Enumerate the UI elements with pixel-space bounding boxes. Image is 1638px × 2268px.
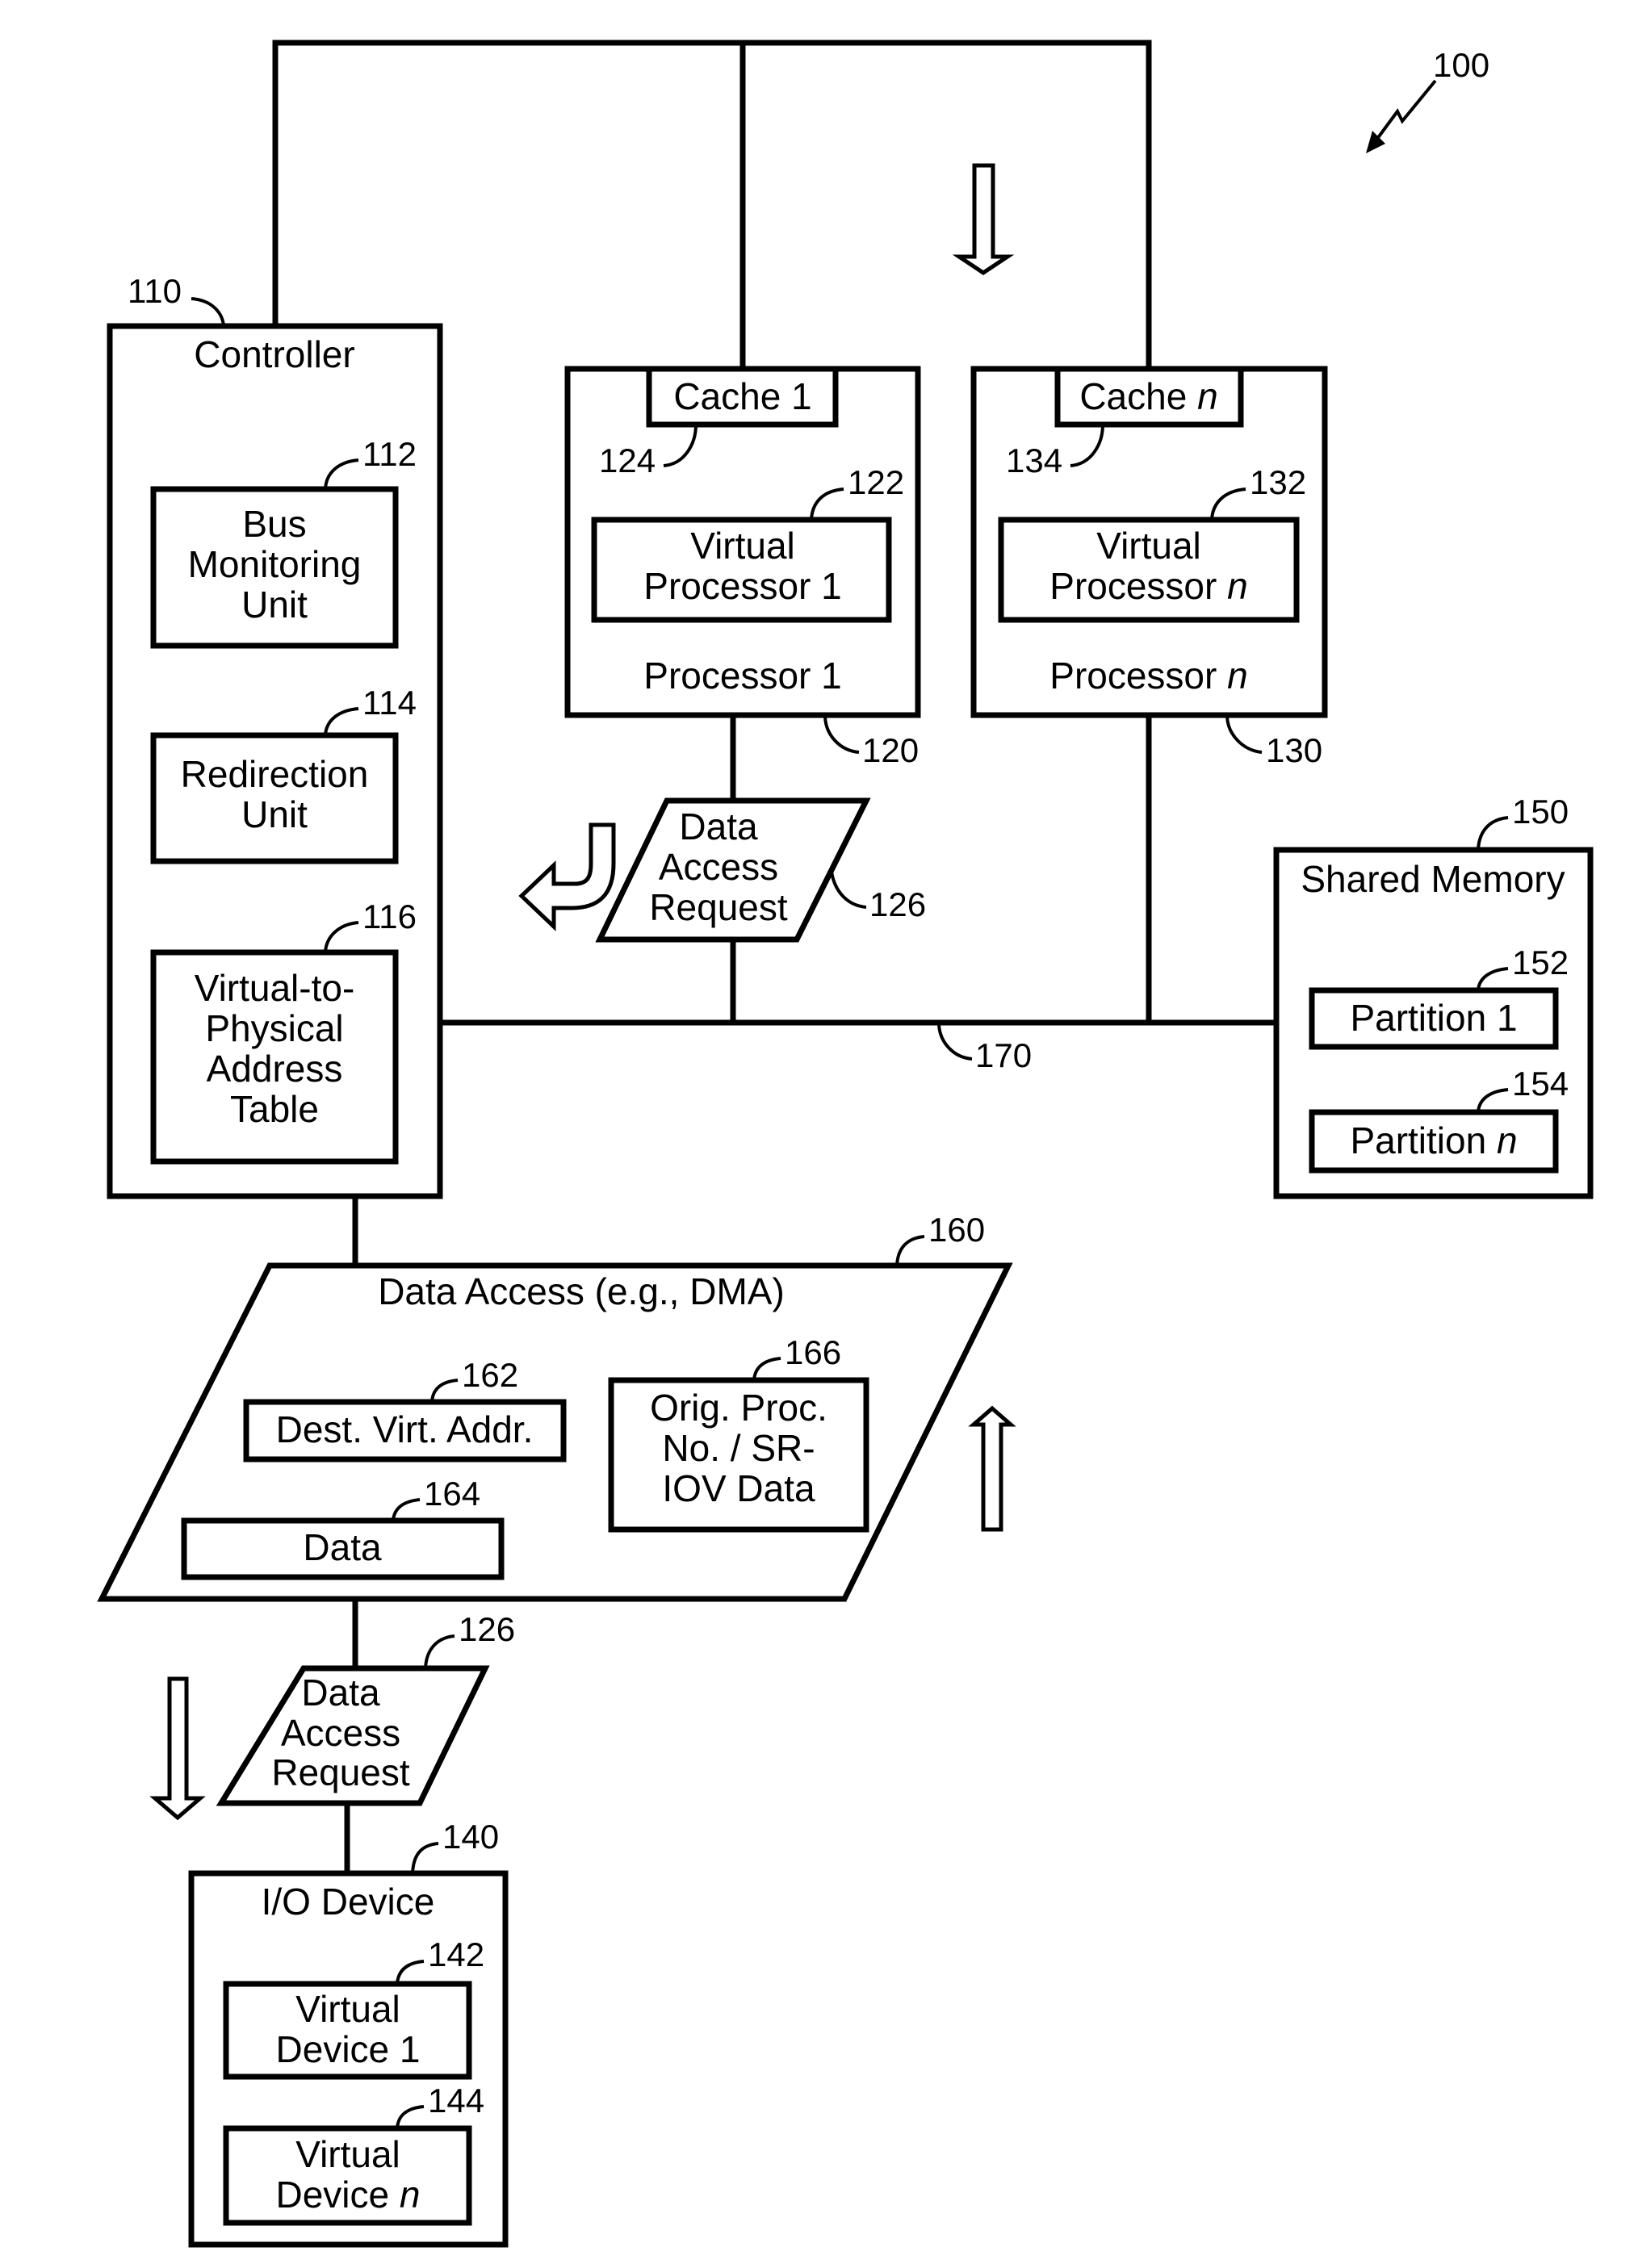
redirection-line-1: Redirection — [181, 753, 369, 795]
orig-proc-ref: 166 — [785, 1333, 841, 1371]
dest-virt-addr-label: Dest. Virt. Addr. — [276, 1408, 534, 1450]
processor-1-title: Processor 1 — [643, 655, 841, 697]
request-upper-ref: 126 — [869, 885, 926, 923]
bus-ref: 170 — [975, 1036, 1032, 1074]
dma-ref: 160 — [928, 1211, 985, 1249]
partition-n-ref: 154 — [1512, 1065, 1569, 1103]
partition-1-label: Partition 1 — [1350, 997, 1517, 1039]
request-upper-line-3: Request — [649, 886, 788, 928]
request-lower-ref-leader — [424, 1634, 455, 1669]
processor-n-ref: 130 — [1266, 731, 1322, 769]
down-arrow-lower-icon — [149, 1676, 206, 1821]
virtual-processor-1-ref: 122 — [848, 463, 904, 501]
v2p-line-4: Table — [230, 1088, 319, 1130]
redirect-arrow-icon — [518, 822, 616, 931]
orig-proc-line-3: IOV Data — [662, 1467, 815, 1509]
bus-monitoring-line-2: Monitoring — [188, 543, 362, 585]
request-lower-line-2: Access — [281, 1712, 400, 1754]
controller-ref: 110 — [128, 272, 182, 310]
virtual-processor-n-ref: 132 — [1250, 463, 1306, 501]
virtual-device-n-line-1: Virtual — [295, 2133, 400, 2175]
figure-ref-label: 100 — [1433, 46, 1489, 84]
virtual-processor-1-line-1: Virtual — [690, 525, 795, 567]
cache-1-ref: 124 — [599, 441, 656, 479]
bus-ref-leader — [937, 1022, 973, 1061]
request-upper-line-2: Access — [659, 846, 778, 888]
request-upper-ref-leader — [830, 871, 867, 909]
bus-monitoring-line-1: Bus — [242, 503, 306, 545]
virtual-device-1-line-1: Virtual — [295, 1988, 400, 2030]
cache-1-label: Cache 1 — [673, 375, 811, 417]
v2p-line-3: Address — [207, 1048, 343, 1090]
request-upper-line-1: Data — [679, 806, 758, 847]
virtual-device-n-line-2: Device n — [276, 2174, 421, 2216]
dma-ref-leader — [895, 1235, 925, 1266]
controller-ref-leader — [191, 297, 225, 327]
request-lower-line-3: Request — [271, 1751, 410, 1793]
figure-ref-leader — [1371, 79, 1437, 147]
virtual-processor-n-line-1: Virtual — [1096, 525, 1201, 567]
virtual-device-n-ref: 144 — [428, 2082, 484, 2119]
bus-monitoring-ref: 112 — [362, 435, 417, 473]
virtual-device-1-line-2: Device 1 — [276, 2028, 421, 2070]
request-lower-line-1: Data — [301, 1672, 380, 1714]
shared-memory-title: Shared Memory — [1301, 858, 1565, 900]
orig-proc-line-2: No. / SR- — [662, 1427, 815, 1469]
processor-n-title: Processor n — [1049, 655, 1247, 697]
v2p-line-1: Virtual-to- — [195, 967, 355, 1009]
partition-n-label: Partition n — [1350, 1119, 1517, 1161]
redirection-line-2: Unit — [241, 793, 308, 835]
virtual-device-1-ref: 142 — [428, 1935, 484, 1973]
virtual-processor-n-line-2: Processor n — [1049, 565, 1247, 607]
shared-memory-ref-leader — [1477, 816, 1509, 851]
partition-1-ref: 152 — [1512, 944, 1569, 981]
redirection-ref: 114 — [362, 684, 417, 722]
orig-proc-line-1: Orig. Proc. — [650, 1387, 827, 1429]
system-diagram: 100 Controller 110 Bus Monitoring Unit 1… — [97, 40, 1594, 2248]
top-bus-line — [272, 40, 1152, 372]
down-arrow-icon — [952, 163, 1015, 276]
io-device-ref: 140 — [442, 1818, 499, 1856]
cache-n-label: Cache n — [1079, 375, 1217, 417]
data-label: Data — [303, 1526, 382, 1568]
processor-1-ref: 120 — [862, 731, 919, 769]
shared-memory-ref: 150 — [1512, 793, 1569, 831]
v2p-line-2: Physical — [205, 1007, 343, 1049]
v2p-ref: 116 — [362, 898, 417, 935]
processor-n-ref-leader — [1225, 714, 1263, 754]
virtual-processor-1-line-2: Processor 1 — [643, 565, 841, 607]
io-device-ref-leader — [411, 1842, 439, 1874]
processor-1-ref-leader — [823, 714, 860, 754]
cache-n-ref: 134 — [1006, 441, 1062, 479]
dest-virt-addr-ref: 162 — [462, 1356, 518, 1394]
dma-title: Data Access (e.g., DMA) — [378, 1270, 785, 1312]
up-arrow-icon — [968, 1405, 1016, 1532]
bus-monitoring-line-3: Unit — [241, 584, 308, 626]
controller-title: Controller — [194, 333, 354, 375]
data-ref: 164 — [424, 1475, 480, 1513]
request-lower-ref: 126 — [459, 1610, 515, 1648]
io-device-title: I/O Device — [262, 1881, 435, 1923]
